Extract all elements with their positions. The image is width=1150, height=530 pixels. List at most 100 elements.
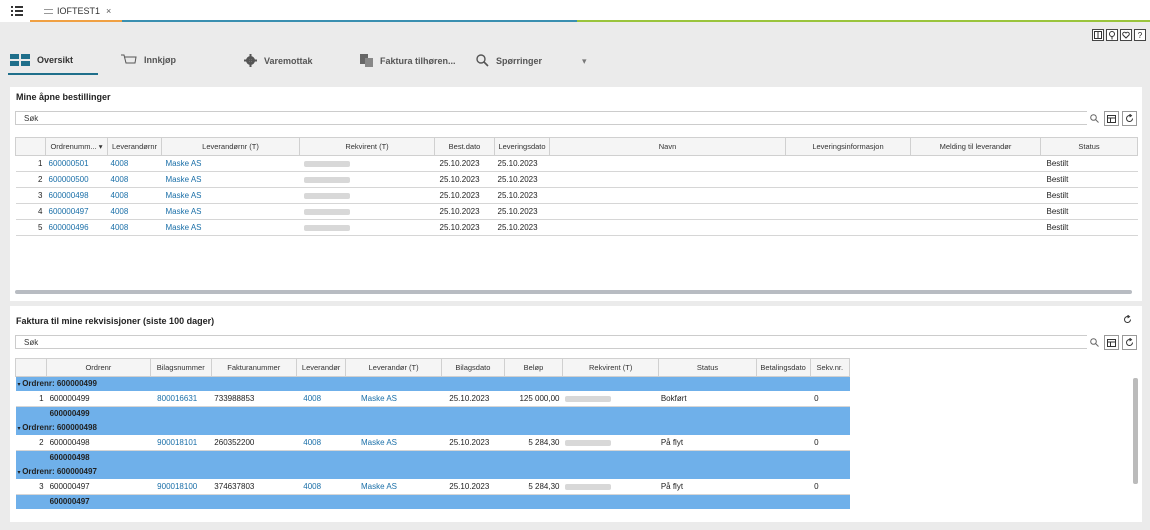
refresh-icon[interactable] [1120,312,1135,327]
table-row[interactable]: 3 600000498 4008 Maske AS 25.10.2023 25.10.20… [15,187,1138,204]
redacted-text [303,224,350,231]
group-footer-label: 600000497 [46,494,850,509]
group-header-row[interactable]: ▾ Ordrenr: 600000498 [15,420,850,435]
column-header-supplier-no[interactable]: Leverandørnr [107,137,162,156]
order-number-link[interactable]: 600000496 [45,219,108,236]
column-header-amount[interactable]: Beløp [503,358,563,377]
payment-date-cell [756,478,811,495]
group-header-row[interactable]: ▾ Ordrenr: 600000499 [15,376,850,391]
column-header-delivery-date[interactable]: Leveringsdato [494,137,550,156]
supplier-number-link[interactable]: 4008 [107,219,162,236]
supplier-name-link[interactable]: Maske AS [161,171,300,188]
supplier-name-link[interactable]: Maske AS [161,219,300,236]
column-header-requester[interactable]: Rekvirent (T) [561,358,660,377]
column-header-requester[interactable]: Rekvirent (T) [299,137,435,156]
tab-faktura[interactable]: Faktura tilhøren... [360,54,456,67]
redacted-text [303,176,350,183]
column-header-voucher[interactable]: Bilagsnummer [149,358,212,377]
order-number-link[interactable]: 600000500 [45,171,108,188]
supplier-link[interactable]: 4008 [296,434,346,451]
heart-icon[interactable] [1120,29,1132,41]
redacted-text [303,208,350,215]
tab-sporringer[interactable]: Spørringer [476,54,542,67]
supplier-name-link[interactable]: Maske AS [161,187,300,204]
tab-ioftest1[interactable]: IOFTEST1 × [38,0,117,22]
tab-oversikt[interactable]: Oversikt [10,54,73,66]
tab-innkjop[interactable]: Innkjøp [121,54,176,66]
supplier-number-link[interactable]: 4008 [107,155,162,172]
search-input[interactable]: Søk [15,111,1095,125]
refresh-icon[interactable] [1122,335,1137,350]
row-number: 3 [15,478,47,495]
group-header[interactable]: ▾ Ordrenr: 600000497 [15,464,850,479]
column-header-best-date[interactable]: Best.dato [434,137,495,156]
search-icon[interactable] [1087,335,1102,350]
requester-redacted [562,434,659,451]
column-header-ordernr[interactable]: Ordrenr [46,358,151,377]
column-header-seq[interactable]: Sekv.nr. [809,358,851,377]
tab-varemottak[interactable]: Varemottak [244,54,313,67]
order-number-link[interactable]: 600000498 [45,187,108,204]
message-cell [910,219,1041,236]
column-header-supplier-name[interactable]: Leverandørnr (T) [161,137,300,156]
column-header-delivery-info[interactable]: Leveringsinformasjon [785,137,911,156]
delivery-date: 25.10.2023 [494,219,550,236]
supplier-link[interactable]: 4008 [296,478,346,495]
group-header-row[interactable]: ▾ Ordrenr: 600000497 [15,464,850,479]
voucher-link[interactable]: 800016631 [150,390,212,407]
lightbulb-icon[interactable] [1106,29,1118,41]
column-header-rownum [14,358,48,377]
supplier-name-link[interactable]: Maske AS [161,203,300,220]
supplier-name-link[interactable]: Maske AS [345,390,442,407]
search-icon[interactable] [1087,111,1102,126]
menu-list-icon[interactable] [0,0,34,22]
close-icon[interactable]: × [106,6,111,16]
delivery-info-cell [785,171,911,188]
invoice-number: 374637803 [211,478,297,495]
group-header[interactable]: ▾ Ordrenr: 600000499 [15,376,850,391]
column-header-message[interactable]: Melding til leverandør [910,137,1041,156]
row-number: 3 [15,187,46,204]
column-chooser-icon[interactable] [1104,335,1119,350]
voucher-link[interactable]: 900018100 [150,478,212,495]
search-input[interactable]: Søk [15,335,1095,349]
table-row[interactable]: 4 600000497 4008 Maske AS 25.10.2023 25.10.20… [15,203,1138,220]
supplier-name-link[interactable]: Maske AS [345,478,442,495]
table-row[interactable]: 5 600000496 4008 Maske AS 25.10.2023 25.10.20… [15,219,1138,236]
column-header-status[interactable]: Status [1040,137,1138,156]
supplier-number-link[interactable]: 4008 [107,171,162,188]
tab-color-line [0,20,1150,22]
column-header-ordernum[interactable]: Ordrenumm... ▾ [45,137,108,156]
payment-date-cell [756,434,811,451]
chevron-down-icon[interactable]: ▾ [582,56,587,67]
refresh-icon[interactable] [1122,111,1137,126]
column-chooser-icon[interactable] [1104,111,1119,126]
supplier-name-link[interactable]: Maske AS [161,155,300,172]
supplier-number-link[interactable]: 4008 [107,203,162,220]
supplier-number-link[interactable]: 4008 [107,187,162,204]
table-row[interactable]: 2 600000500 4008 Maske AS 25.10.2023 25.10.20… [15,171,1138,188]
column-header-voucher-date[interactable]: Bilagsdato [440,358,505,377]
column-header-payment-date[interactable]: Betalingsdato [755,358,811,377]
requester-redacted [299,203,435,220]
voucher-link[interactable]: 900018101 [150,434,212,451]
column-header-invoice-no[interactable]: Fakturanummer [210,358,297,377]
order-number-link[interactable]: 600000501 [45,155,108,172]
column-header-name[interactable]: Navn [549,137,786,156]
horizontal-scrollbar[interactable] [15,290,1132,294]
supplier-link[interactable]: 4008 [296,390,346,407]
table-row[interactable]: 1 600000499 800016631 733988853 4008 Maske AS… [15,390,850,407]
best-date: 25.10.2023 [434,171,495,188]
column-header-status[interactable]: Status [658,358,757,377]
table-row[interactable]: 3 600000497 900018100 374637803 4008 Maske AS… [15,478,850,495]
table-row[interactable]: 2 600000498 900018101 260352200 4008 Maske AS… [15,434,850,451]
column-header-supplier-name[interactable]: Leverandør (T) [345,358,442,377]
order-number-link[interactable]: 600000497 [45,203,108,220]
column-header-supplier[interactable]: Leverandør [295,358,347,377]
help-icon[interactable]: ? [1134,29,1146,41]
table-row[interactable]: 1 600000501 4008 Maske AS 25.10.2023 25.10.20… [15,155,1138,172]
layout-icon[interactable] [1092,29,1104,41]
vertical-scrollbar[interactable] [1133,378,1138,484]
group-header[interactable]: ▾ Ordrenr: 600000498 [15,420,850,435]
supplier-name-link[interactable]: Maske AS [345,434,442,451]
